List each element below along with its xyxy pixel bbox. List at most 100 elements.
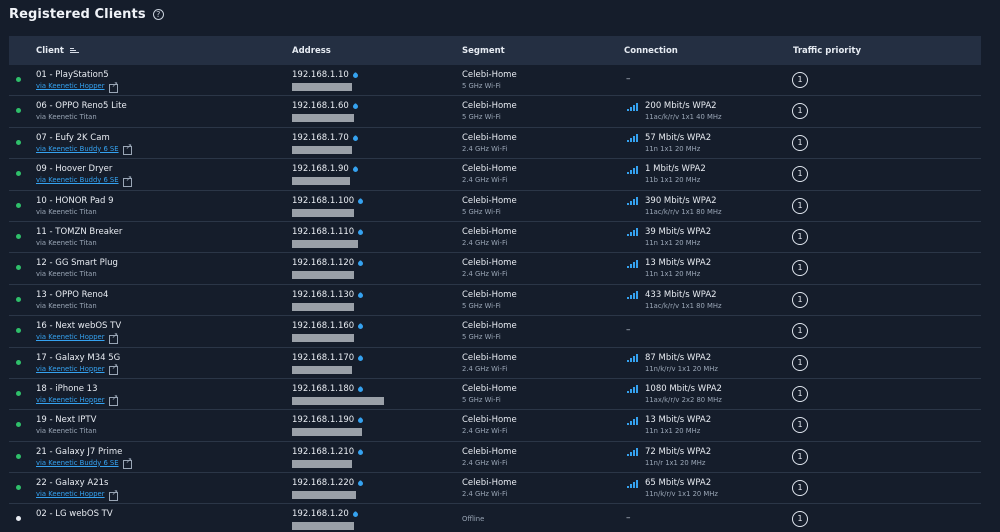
traffic-priority-icon[interactable]: 1	[792, 228, 808, 245]
traffic-priority-icon[interactable]: 1	[792, 480, 808, 497]
pin-icon[interactable]	[351, 71, 359, 80]
table-row[interactable]: 22 - Galaxy A21svia Keenetic Hopper 192.1…	[9, 473, 981, 505]
client-name[interactable]: 22 - Galaxy A21s	[36, 478, 118, 489]
client-name[interactable]: 18 - iPhone 13	[36, 384, 118, 395]
segment-band: 2.4 GHz Wi-Fi	[462, 176, 508, 185]
client-name[interactable]: 21 - Galaxy J7 Prime	[36, 447, 132, 458]
client-name[interactable]: 07 - Eufy 2K Cam	[36, 133, 132, 144]
traffic-priority-icon[interactable]: 1	[792, 197, 808, 214]
client-via-link[interactable]: via Keenetic Buddy 6 SE	[36, 144, 119, 155]
traffic-priority-icon[interactable]: 1	[792, 417, 808, 434]
client-name[interactable]: 17 - Galaxy M34 5G	[36, 353, 120, 364]
client-name[interactable]: 11 - TOMZN Breaker	[36, 227, 122, 238]
ip-address: 192.168.1.220	[292, 478, 355, 489]
segment-name: Celebi-Home	[462, 321, 517, 332]
help-icon[interactable]: ?	[152, 8, 164, 20]
traffic-priority-icon[interactable]: 1	[792, 166, 808, 183]
table-row[interactable]: 02 - LG webOS TV 192.168.1.20 Offline – 1	[9, 504, 981, 532]
table-row[interactable]: 16 - Next webOS TVvia Keenetic Hopper 192…	[9, 316, 981, 348]
pin-icon[interactable]	[357, 260, 365, 268]
external-link-icon[interactable]	[122, 455, 132, 470]
client-via-label: via Keenetic Titan	[36, 427, 97, 436]
traffic-priority-icon[interactable]: 1	[792, 385, 808, 402]
client-via-link[interactable]: via Keenetic Hopper	[36, 489, 105, 500]
table-row[interactable]: 18 - iPhone 13via Keenetic Hopper 192.168…	[9, 379, 981, 411]
client-name[interactable]: 02 - LG webOS TV	[36, 509, 113, 520]
client-via-link[interactable]: via Keenetic Hopper	[36, 332, 105, 343]
pin-icon[interactable]	[357, 480, 365, 488]
wifi-signal-icon	[627, 134, 640, 143]
status-dot	[16, 108, 21, 114]
client-name[interactable]: 06 - OPPO Reno5 Lite	[36, 101, 127, 112]
client-via-link[interactable]: via Keenetic Hopper	[36, 395, 105, 406]
table-row[interactable]: 11 - TOMZN Breaker via Keenetic Titan 192.…	[9, 222, 981, 254]
connection-mode: 11n 1x1 20 MHz	[645, 427, 701, 436]
client-name[interactable]: 12 - GG Smart Plug	[36, 258, 118, 269]
connection-mode: 11b 1x1 20 MHz	[645, 176, 701, 185]
segment-band: 2.4 GHz Wi-Fi	[462, 270, 508, 279]
traffic-priority-icon[interactable]: 1	[792, 260, 808, 277]
traffic-priority-icon[interactable]: 1	[792, 72, 808, 88]
pin-icon[interactable]	[357, 323, 365, 331]
external-link-icon[interactable]	[108, 361, 118, 376]
table-row[interactable]: 19 - Next IPTV via Keenetic Titan 192.168.…	[9, 410, 981, 442]
traffic-priority-icon[interactable]: 1	[792, 354, 808, 371]
external-link-icon[interactable]	[108, 79, 118, 93]
table-row[interactable]: 13 - OPPO Reno4 via Keenetic Titan 192.168…	[9, 285, 981, 317]
external-link-icon[interactable]	[108, 330, 118, 344]
traffic-priority-icon[interactable]: 1	[792, 448, 808, 465]
pin-icon[interactable]	[351, 511, 359, 519]
table-row[interactable]: 12 - GG Smart Plug via Keenetic Titan 192.…	[9, 253, 981, 285]
client-name[interactable]: 09 - Hoover Dryer	[36, 164, 132, 175]
table-body: 01 - PlayStation5via Keenetic Hopper192.…	[9, 65, 981, 532]
segment-name: Celebi-Home	[462, 101, 517, 112]
client-name[interactable]: 13 - OPPO Reno4	[36, 290, 108, 301]
client-via-link[interactable]: via Keenetic Hopper	[36, 364, 105, 375]
client-via-label: via Keenetic Titan	[36, 113, 97, 122]
column-header-client[interactable]: Client	[36, 46, 79, 56]
table-row[interactable]: 17 - Galaxy M34 5Gvia Keenetic Hopper 192…	[9, 348, 981, 379]
client-name[interactable]: 19 - Next IPTV	[36, 415, 97, 426]
external-link-icon[interactable]	[108, 392, 118, 407]
status-dot	[16, 328, 21, 334]
client-via-link[interactable]: via Keenetic Hopper	[36, 81, 105, 92]
pin-icon[interactable]	[357, 385, 365, 393]
table-row[interactable]: 09 - Hoover Dryer via Keenetic Buddy 6 SE…	[9, 159, 981, 191]
wifi-signal-icon	[627, 197, 640, 206]
wifi-signal-icon	[627, 354, 640, 363]
client-via-link[interactable]: via Keenetic Buddy 6 SE	[36, 175, 119, 186]
pin-icon[interactable]	[357, 291, 365, 299]
traffic-priority-icon[interactable]: 1	[792, 291, 808, 308]
client-name[interactable]: 16 - Next webOS TV	[36, 321, 121, 332]
segment-band: 5 GHz Wi-Fi	[462, 395, 501, 404]
traffic-priority-icon[interactable]: 1	[792, 103, 808, 120]
sort-icon[interactable]	[69, 47, 79, 54]
pin-icon[interactable]	[357, 354, 365, 362]
client-name[interactable]: 01 - PlayStation5	[36, 70, 118, 81]
table-row[interactable]: 21 - Galaxy J7 Prime via Keenetic Buddy 6…	[9, 442, 981, 474]
traffic-priority-icon[interactable]: 1	[792, 134, 808, 151]
ip-address: 192.168.1.90	[292, 164, 349, 175]
client-via-link[interactable]: via Keenetic Buddy 6 SE	[36, 458, 119, 469]
pin-icon[interactable]	[357, 448, 365, 456]
table-row[interactable]: 10 - HONOR Pad 9 via Keenetic Titan 192.16…	[9, 191, 981, 222]
connection-empty: –	[626, 74, 631, 84]
table-row[interactable]: 06 - OPPO Reno5 Lite via Keenetic Titan 19…	[9, 96, 981, 128]
status-dot	[16, 77, 21, 82]
wifi-signal-icon	[627, 448, 640, 457]
external-link-icon[interactable]	[122, 173, 132, 187]
external-link-icon[interactable]	[122, 141, 132, 156]
pin-icon[interactable]	[351, 166, 359, 174]
status-dot	[16, 453, 21, 459]
pin-icon[interactable]	[357, 228, 365, 236]
pin-icon[interactable]	[351, 103, 359, 111]
traffic-priority-icon[interactable]: 1	[792, 323, 808, 340]
pin-icon[interactable]	[351, 134, 359, 142]
pin-icon[interactable]	[357, 417, 365, 425]
client-name[interactable]: 10 - HONOR Pad 9	[36, 196, 113, 207]
table-row[interactable]: 01 - PlayStation5via Keenetic Hopper 192.…	[9, 65, 981, 97]
pin-icon[interactable]	[357, 197, 365, 205]
external-link-icon[interactable]	[108, 487, 118, 501]
traffic-priority-icon[interactable]: 1	[792, 511, 808, 528]
table-row[interactable]: 07 - Eufy 2K Camvia Keenetic Buddy 6 SE 1…	[9, 128, 981, 160]
